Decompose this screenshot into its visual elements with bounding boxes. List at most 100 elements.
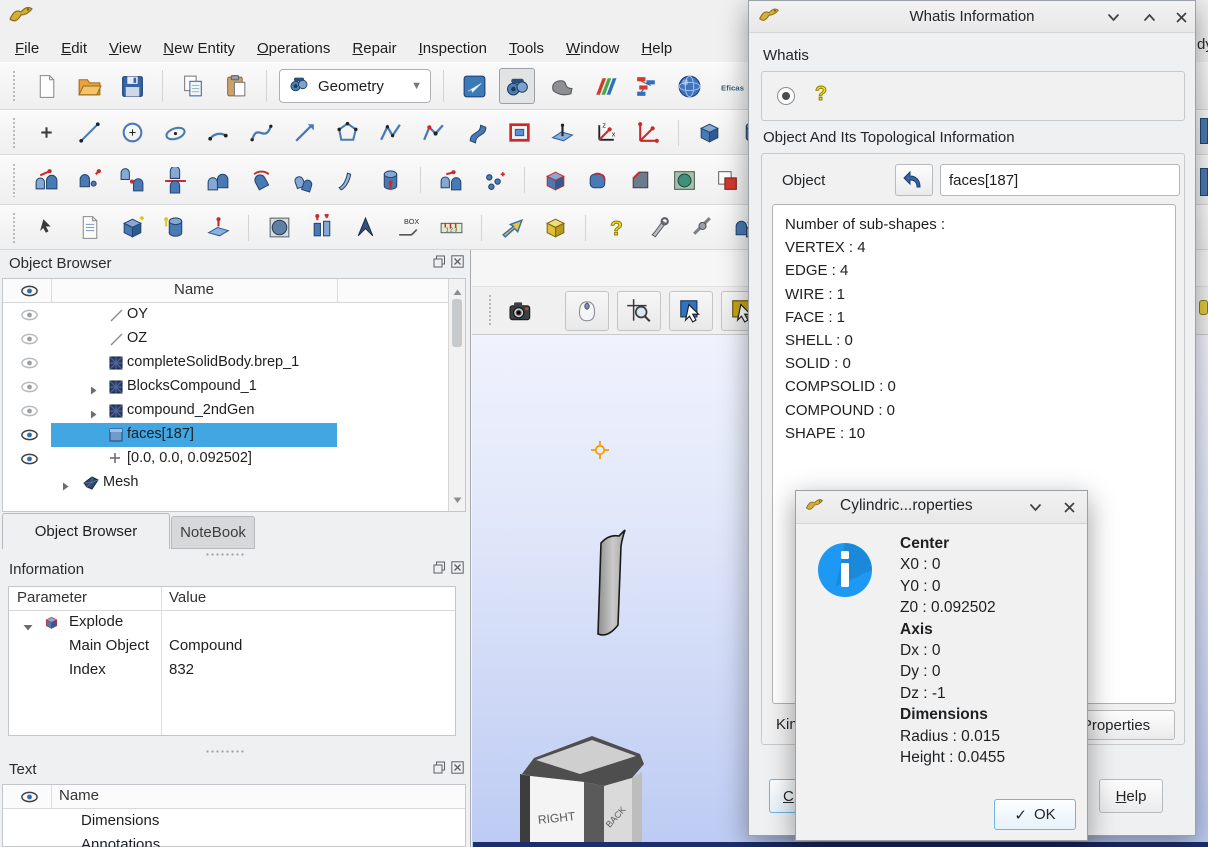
visibility-toggle[interactable] [21, 429, 38, 445]
tree-row--0-0-0-0-0-092502-[interactable]: [0.0, 0.0, 0.092502] [3, 447, 465, 471]
menu-help[interactable]: Help [630, 37, 683, 60]
minimize-icon[interactable] [1102, 6, 1124, 28]
toolbar-button-point[interactable] [28, 115, 64, 151]
viewport-button-zoom-cursor[interactable] [617, 291, 661, 331]
menu-window[interactable]: Window [555, 37, 630, 60]
toolbar-button-box-modify[interactable] [114, 210, 150, 246]
toolbar-button-select-point[interactable] [28, 210, 64, 246]
panel-close-icon[interactable] [450, 760, 464, 774]
view-orientation-cube[interactable]: RIGHT BACK [512, 724, 652, 847]
name-column-header[interactable]: Name [51, 281, 337, 298]
tab-object-browser[interactable]: Object Browser [2, 513, 170, 549]
expander-icon[interactable] [23, 623, 33, 632]
toolbar-button-multi-point[interactable] [476, 162, 512, 198]
panel-float-icon[interactable] [432, 560, 446, 574]
menu-tools[interactable]: Tools [498, 37, 555, 60]
toolbar-button-direction[interactable] [494, 210, 530, 246]
select-object-button[interactable] [895, 164, 933, 196]
toolbar-button-box[interactable] [691, 115, 727, 151]
information-row-index[interactable]: Index832 [9, 659, 455, 683]
toolbar-button-whatis[interactable]: ? [598, 210, 634, 246]
toolbar-drag-handle[interactable] [12, 212, 17, 242]
toolbar-button-polyline[interactable] [372, 115, 408, 151]
menu-edit[interactable]: Edit [50, 37, 98, 60]
viewport-button-interaction-style[interactable] [565, 291, 609, 331]
visibility-toggle[interactable] [21, 405, 38, 421]
visibility-toggle[interactable] [21, 309, 38, 325]
text-row-annotations[interactable]: Annotations [3, 833, 465, 847]
panel-float-icon[interactable] [432, 760, 446, 774]
toolbar-button-vectors[interactable] [630, 115, 666, 151]
tree-row-mesh[interactable]: Mesh [3, 471, 465, 495]
toolbar-button-copy[interactable] [175, 68, 211, 104]
viewport-button-select-blue[interactable] [669, 291, 713, 331]
tab-notebook[interactable]: NoteBook [171, 516, 255, 549]
toolbar-button-eficas[interactable]: Eficas [714, 68, 750, 104]
menu-inspection[interactable]: Inspection [408, 37, 498, 60]
menu-new-entity[interactable]: New Entity [152, 37, 246, 60]
toolbar-button-mirror-point[interactable] [114, 162, 150, 198]
toolbar-button-save[interactable] [114, 68, 150, 104]
toolbar-button-corner[interactable] [347, 210, 383, 246]
tree-scrollbar[interactable] [448, 279, 465, 511]
toolbar-button-line[interactable] [71, 115, 107, 151]
whatis-dialog-titlebar[interactable]: Whatis Information [749, 1, 1195, 33]
menu-repair[interactable]: Repair [341, 37, 407, 60]
toolbar-button-sphere-box[interactable] [261, 210, 297, 246]
menu-operations[interactable]: Operations [246, 37, 341, 60]
close-icon[interactable] [1058, 496, 1080, 518]
scroll-down-icon[interactable] [453, 491, 462, 507]
name-column-header[interactable]: Name [59, 787, 99, 804]
text-row-dimensions[interactable]: Dimensions [3, 809, 465, 833]
toolbar-button-translate-2[interactable] [433, 162, 469, 198]
expander-icon[interactable] [89, 410, 98, 419]
toolbar-button-paravis[interactable] [585, 68, 621, 104]
cylindric-dialog-titlebar[interactable]: Cylindric...roperties [796, 491, 1087, 524]
toolbar-button-local-cs[interactable]: zx [587, 115, 623, 151]
visibility-toggle[interactable] [21, 381, 38, 397]
menu-file[interactable]: File [4, 37, 50, 60]
toolbar-button-paper-plane[interactable] [456, 68, 492, 104]
toolbar-button-archimede[interactable] [666, 162, 702, 198]
toolbar-drag-handle[interactable] [12, 163, 17, 197]
visibility-toggle[interactable] [21, 453, 38, 469]
close-icon[interactable] [1170, 6, 1192, 28]
maximize-icon[interactable] [1138, 6, 1160, 28]
toolbar-button-boolean-cut[interactable] [709, 162, 745, 198]
toolbar-button-chamfer[interactable] [623, 162, 659, 198]
viewport-button-dump-view[interactable] [503, 293, 539, 329]
help-button[interactable]: Help [1099, 779, 1163, 813]
information-row-main-object[interactable]: Main ObjectCompound [9, 635, 455, 659]
tree-row-blockscompound-1[interactable]: BlocksCompound_1 [3, 375, 465, 399]
splitter-handle[interactable] [205, 749, 245, 755]
toolbar-button-add-point[interactable] [71, 162, 107, 198]
toolbar-button-sketch[interactable] [415, 115, 451, 151]
toolbar-button-extrude[interactable] [372, 162, 408, 198]
toolbar-button-plane[interactable] [544, 115, 580, 151]
panel-close-icon[interactable] [450, 254, 464, 268]
toolbar-button-offset[interactable] [200, 162, 236, 198]
toolbar-button-yacs[interactable] [628, 68, 664, 104]
toolbar-button-multi-rotate[interactable] [286, 162, 322, 198]
toolbar-button-rotate[interactable] [243, 162, 279, 198]
module-combobox[interactable]: Geometry ▼ [279, 69, 431, 103]
tree-row-faces-187-[interactable]: faces[187] [3, 423, 465, 447]
text-table[interactable]: Name DimensionsAnnotations [2, 784, 466, 847]
ok-button[interactable]: ✓ OK [994, 799, 1076, 830]
toolbar-drag-handle[interactable] [12, 70, 17, 102]
toolbar-button-mirror-axis[interactable] [157, 162, 193, 198]
selected-cylindrical-face-shape[interactable] [592, 525, 634, 645]
toolbar-button-curve[interactable] [243, 115, 279, 151]
object-name-field[interactable]: faces[187] [940, 164, 1180, 196]
toolbar-button-partition[interactable] [537, 162, 573, 198]
toolbar-button-bend[interactable] [329, 162, 365, 198]
toolbar-button-check-blocks[interactable] [304, 210, 340, 246]
toolbar-button-check-shape[interactable] [641, 210, 677, 246]
toolbar-drag-handle[interactable] [12, 117, 17, 147]
toolbar-button-pipe[interactable] [458, 115, 494, 151]
toolbar-button-rectangle-face[interactable] [501, 115, 537, 151]
menu-view[interactable]: View [98, 37, 152, 60]
expander-icon[interactable] [61, 482, 70, 491]
toolbar-drag-handle[interactable] [488, 294, 493, 327]
parameter-column-header[interactable]: Parameter [17, 589, 87, 606]
